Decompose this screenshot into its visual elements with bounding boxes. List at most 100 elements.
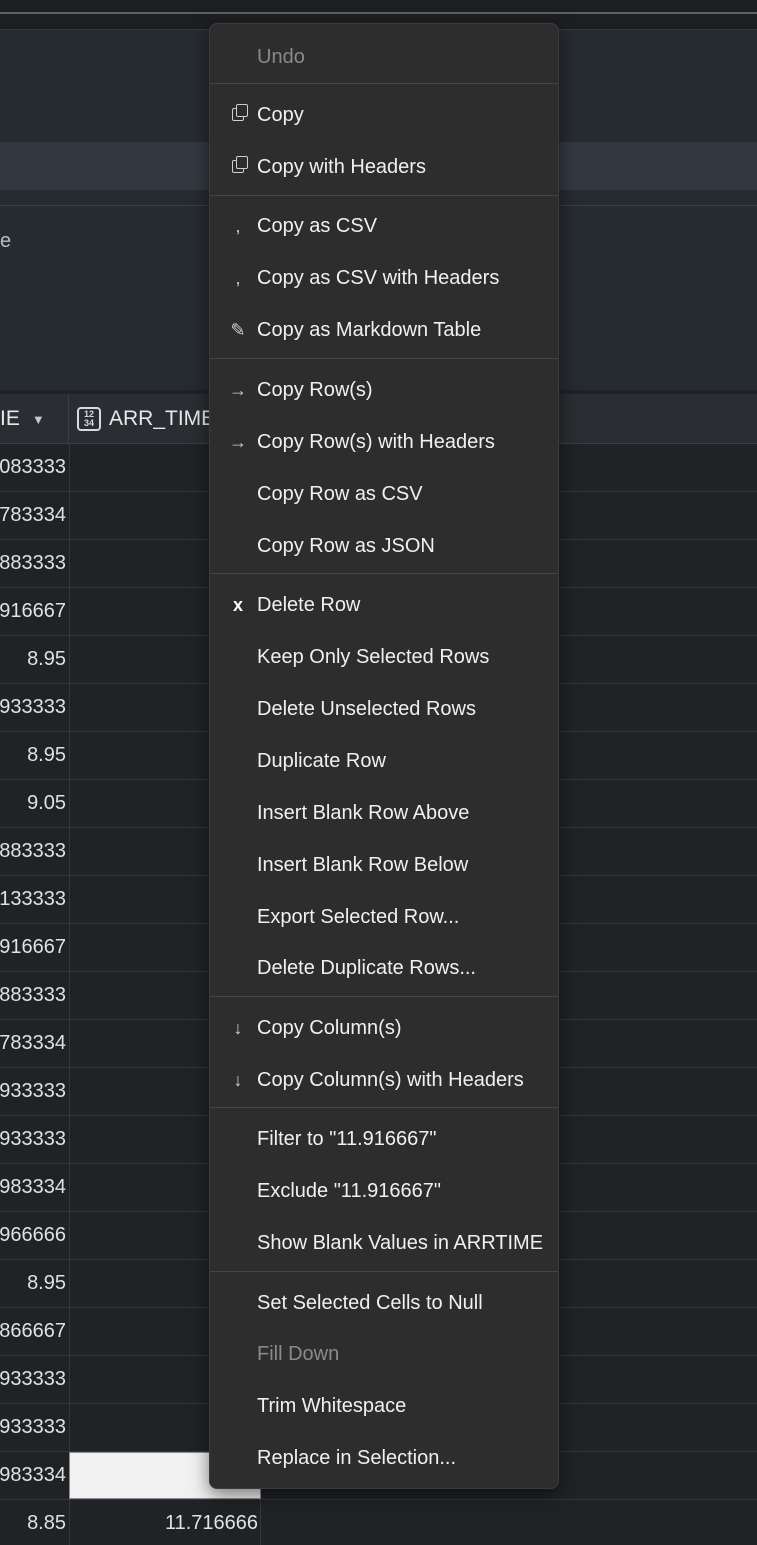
table-cell[interactable]: 133333 xyxy=(0,876,66,923)
menu-item-label: Exclude "11.916667" xyxy=(257,1179,441,1202)
table-row[interactable]: 8.85 11.716666 xyxy=(0,1500,757,1545)
menu-separator xyxy=(210,358,558,359)
table-cell[interactable]: 916667 xyxy=(0,588,66,635)
arrow-right-icon: → xyxy=(229,431,247,452)
table-cell[interactable]: 916667 xyxy=(0,924,66,971)
table-cell[interactable]: 783334 xyxy=(0,1020,66,1067)
panel-text-fragment: e xyxy=(0,230,12,252)
arrow-down-icon: ↓ xyxy=(233,1017,243,1038)
menu-item-label: Copy Column(s) with Headers xyxy=(257,1068,524,1091)
menu-item-delete-unselected-rows[interactable]: Delete Unselected Rows xyxy=(210,687,558,731)
table-cell[interactable]: 883333 xyxy=(0,972,66,1019)
menu-item-copy-as-markdown-table[interactable]: ✎ Copy as Markdown Table xyxy=(210,308,558,352)
menu-item-label: Copy as Markdown Table xyxy=(257,318,482,341)
menu-item-keep-only-selected-rows[interactable]: Keep Only Selected Rows xyxy=(210,635,558,679)
top-divider xyxy=(0,12,757,14)
menu-item-copy-column-s[interactable]: ↓ Copy Column(s) xyxy=(210,1006,558,1050)
menu-item-copy-with-headers[interactable]: Copy with Headers xyxy=(210,145,558,189)
menu-item-undo: Undo xyxy=(210,35,558,79)
menu-item-label: Show Blank Values in ARRTIME xyxy=(257,1231,544,1254)
menu-item-label: Filter to "11.916667" xyxy=(257,1127,437,1150)
menu-item-export-selected-row[interactable]: Export Selected Row... xyxy=(210,895,558,939)
pencil-icon: ✎ xyxy=(230,319,246,340)
menu-item-label: Duplicate Row xyxy=(257,749,386,772)
menu-separator xyxy=(210,195,558,196)
menu-item-label: Trim Whitespace xyxy=(257,1394,407,1417)
table-cell[interactable]: 8.95 xyxy=(0,1260,66,1307)
context-menu: Undo Copy Copy with Headers, Copy as CSV, Co… xyxy=(209,23,559,1489)
copy-icon xyxy=(227,155,249,178)
menu-item-label: Copy Row(s) xyxy=(257,378,373,401)
table-cell[interactable]: 9.05 xyxy=(0,780,66,827)
sort-dropdown-icon[interactable]: ▼ xyxy=(32,412,45,427)
menu-item-insert-blank-row-below[interactable]: Insert Blank Row Below xyxy=(210,843,558,887)
menu-item-duplicate-row[interactable]: Duplicate Row xyxy=(210,739,558,783)
menu-item-exclude-11-916667[interactable]: Exclude "11.916667" xyxy=(210,1169,558,1213)
menu-item-insert-blank-row-above[interactable]: Insert Blank Row Above xyxy=(210,791,558,835)
menu-item-label: Delete Row xyxy=(257,593,361,616)
table-cell[interactable]: 866667 xyxy=(0,1308,66,1355)
table-cell[interactable]: 966666 xyxy=(0,1212,66,1259)
menu-item-filter-to-11-916667[interactable]: Filter to "11.916667" xyxy=(210,1117,558,1161)
menu-item-fill-down: Fill Down xyxy=(210,1332,558,1376)
menu-item-label: Copy Row(s) with Headers xyxy=(257,430,495,453)
comma-icon: , xyxy=(235,215,241,236)
table-cell[interactable]: 983334 xyxy=(0,1452,66,1499)
copy-icon xyxy=(227,103,249,126)
table-cell[interactable]: 933333 xyxy=(0,1116,66,1163)
comma-icon: , xyxy=(235,267,241,288)
table-cell[interactable]: 933333 xyxy=(0,1356,66,1403)
arrow-right-icon: → xyxy=(229,379,247,400)
menu-item-label: Copy Row as JSON xyxy=(257,534,435,557)
table-cell[interactable]: 11.716666 xyxy=(69,1500,261,1545)
menu-item-label: Copy xyxy=(257,103,304,126)
table-cell[interactable]: 8.85 xyxy=(0,1500,66,1545)
menu-item-label: Export Selected Row... xyxy=(257,905,460,928)
table-cell[interactable]: 933333 xyxy=(0,1068,66,1115)
menu-item-copy[interactable]: Copy xyxy=(210,93,558,137)
table-cell[interactable]: 933333 xyxy=(0,1404,66,1451)
menu-item-label: Copy as CSV with Headers xyxy=(257,266,500,289)
table-cell[interactable]: 083333 xyxy=(0,444,66,491)
menu-item-replace-in-selection[interactable]: Replace in Selection... xyxy=(210,1436,558,1480)
menu-item-label: Copy Row as CSV xyxy=(257,482,423,505)
numeric-icon: 12 34 xyxy=(77,407,101,431)
menu-separator xyxy=(210,1271,558,1272)
table-cell[interactable]: 983334 xyxy=(0,1164,66,1211)
menu-item-label: Replace in Selection... xyxy=(257,1446,457,1469)
menu-item-label: Delete Unselected Rows xyxy=(257,697,476,720)
menu-item-copy-row-as-csv[interactable]: Copy Row as CSV xyxy=(210,472,558,516)
menu-item-label: Fill Down xyxy=(257,1342,340,1365)
x-icon: x xyxy=(232,594,243,615)
menu-item-label: Set Selected Cells to Null xyxy=(257,1291,483,1314)
menu-item-copy-row-as-json[interactable]: Copy Row as JSON xyxy=(210,524,558,568)
menu-item-trim-whitespace[interactable]: Trim Whitespace xyxy=(210,1384,558,1428)
menu-item-copy-column-s-with-headers[interactable]: ↓ Copy Column(s) with Headers xyxy=(210,1058,558,1102)
menu-item-label: Undo xyxy=(257,45,305,68)
menu-separator xyxy=(210,996,558,997)
menu-item-copy-row-s-with-headers[interactable]: → Copy Row(s) with Headers xyxy=(210,420,558,464)
column-header-label: IE xyxy=(0,407,20,430)
table-cell[interactable]: 883333 xyxy=(0,540,66,587)
menu-item-copy-as-csv[interactable]: , Copy as CSV xyxy=(210,204,558,248)
table-cell[interactable]: 8.95 xyxy=(0,636,66,683)
menu-item-set-selected-cells-to-null[interactable]: Set Selected Cells to Null xyxy=(210,1281,558,1325)
menu-item-label: Copy as CSV xyxy=(257,214,378,237)
menu-item-copy-row-s[interactable]: → Copy Row(s) xyxy=(210,368,558,412)
menu-item-delete-duplicate-rows[interactable]: Delete Duplicate Rows... xyxy=(210,946,558,990)
column-header-1[interactable]: IE ▼ xyxy=(0,394,69,444)
table-cell[interactable]: 933333 xyxy=(0,684,66,731)
menu-item-copy-as-csv-with-headers[interactable]: , Copy as CSV with Headers xyxy=(210,256,558,300)
arrow-down-icon: ↓ xyxy=(233,1069,243,1090)
menu-item-label: Keep Only Selected Rows xyxy=(257,645,490,668)
menu-item-label: Insert Blank Row Above xyxy=(257,801,470,824)
menu-item-show-blank-values-in-arrtime[interactable]: Show Blank Values in ARRTIME xyxy=(210,1221,558,1265)
menu-separator xyxy=(210,1107,558,1108)
menu-item-label: Copy Column(s) xyxy=(257,1016,402,1039)
table-cell[interactable]: 8.95 xyxy=(0,732,66,779)
menu-item-delete-row[interactable]: x Delete Row xyxy=(210,583,558,627)
table-cell[interactable]: 883333 xyxy=(0,828,66,875)
table-cell[interactable]: 783334 xyxy=(0,492,66,539)
menu-separator xyxy=(210,573,558,574)
column-header-label: ARR_TIME xyxy=(109,407,216,430)
